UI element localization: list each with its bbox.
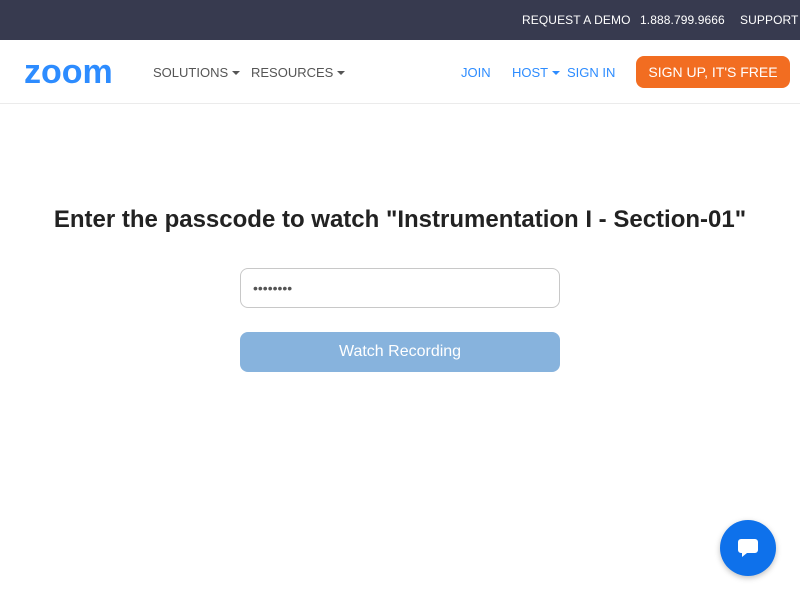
sign-up-button[interactable]: SIGN UP, IT'S FREE	[636, 56, 790, 88]
nav-sign-in-link[interactable]: SIGN IN	[567, 65, 615, 80]
nav-solutions-label: SOLUTIONS	[153, 65, 229, 80]
nav-resources-dropdown[interactable]: RESOURCES	[251, 65, 346, 80]
top-utility-bar: REQUEST A DEMO 1.888.799.9666 SUPPORT	[0, 0, 800, 40]
request-demo-link[interactable]: REQUEST A DEMO	[522, 13, 631, 27]
nav-solutions-dropdown[interactable]: SOLUTIONS	[153, 65, 241, 80]
zoom-logo-icon: zoom	[24, 53, 113, 91]
svg-text:zoom: zoom	[24, 53, 113, 89]
watch-recording-button[interactable]: Watch Recording	[240, 332, 560, 372]
main-navbar: zoom SOLUTIONS RESOURCES JOIN HOST SIGN …	[0, 40, 800, 104]
zoom-logo[interactable]: zoom	[24, 53, 136, 91]
chevron-down-icon	[232, 70, 241, 75]
nav-join-link[interactable]: JOIN	[461, 65, 491, 80]
chevron-down-icon	[337, 70, 346, 75]
nav-host-dropdown[interactable]: HOST	[512, 65, 561, 80]
support-link[interactable]: SUPPORT	[740, 13, 799, 27]
chat-button[interactable]	[720, 520, 776, 576]
chevron-down-icon	[552, 70, 561, 75]
nav-resources-label: RESOURCES	[251, 65, 334, 80]
chat-bubble-icon	[738, 539, 758, 557]
page-title: Enter the passcode to watch "Instrumenta…	[53, 206, 747, 233]
phone-number-link[interactable]: 1.888.799.9666	[640, 13, 725, 27]
nav-host-label: HOST	[512, 65, 549, 80]
passcode-input[interactable]	[240, 268, 560, 308]
